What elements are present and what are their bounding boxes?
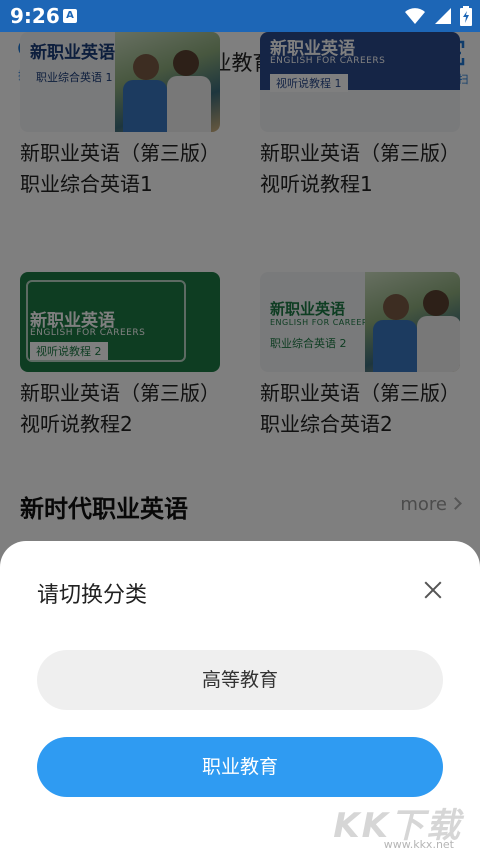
option-higher-education[interactable]: 高等教育 (37, 650, 443, 710)
battery-icon (460, 6, 472, 26)
watermark-url: www.kkx.net (383, 838, 454, 851)
wifi-icon (405, 8, 425, 24)
signal-icon (435, 8, 451, 24)
close-icon[interactable] (420, 577, 446, 603)
status-bar: 9:26 A (0, 0, 480, 32)
option-vocational-education[interactable]: 职业教育 (37, 737, 443, 797)
status-time: 9:26 (10, 4, 60, 28)
sheet-title: 请切换分类 (37, 583, 148, 608)
notification-badge: A (63, 9, 77, 23)
